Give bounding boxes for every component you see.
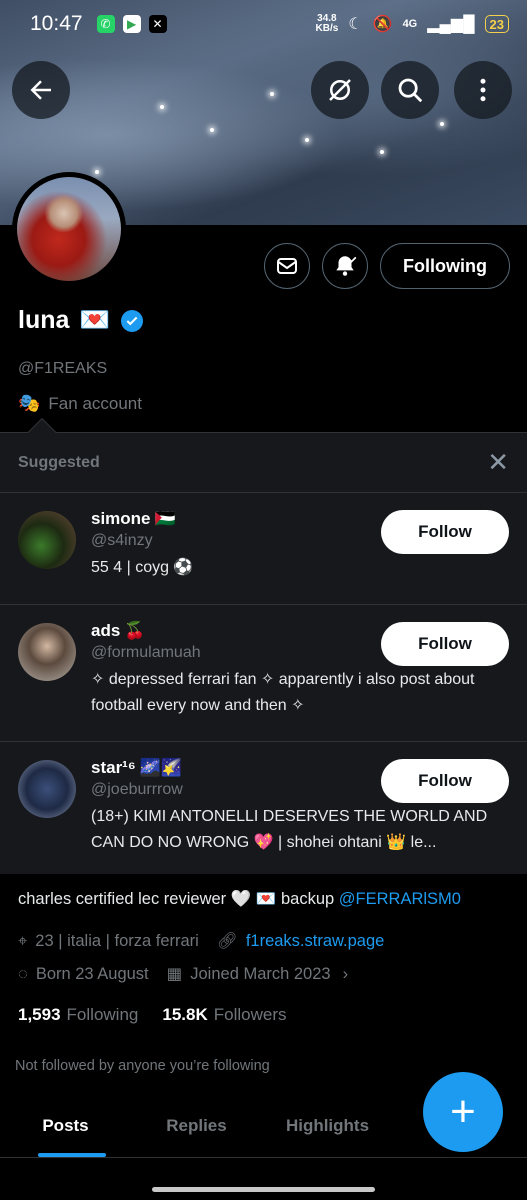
profile-name: luna 💌 [18,306,143,335]
notification-icons: ✆ ▶ ✕ [96,15,167,33]
search-button[interactable] [381,61,439,119]
whatsapp-icon: ✆ [96,15,115,33]
joined-text: Joined March 2023 [190,964,331,983]
mute-icon: 🔕 [372,16,393,33]
suggested-panel: Suggested ✕ simone 🇵🇸 @s4inzy 55 4 | coyg… [0,432,527,874]
arrow-left-icon [30,80,51,100]
compose-button[interactable]: + [423,1072,503,1152]
chevron-right-icon[interactable]: › [343,965,349,984]
profile-name-emoji: 💌 [79,306,111,334]
tab-posts[interactable]: Posts [0,1100,131,1157]
grok-button[interactable] [311,61,369,119]
message-button[interactable] [264,243,311,289]
suggested-user[interactable]: star¹⁶ 🌌🌠 @joeburrrow (18+) KIMI ANTONELL… [0,742,527,874]
gesture-bar[interactable] [152,1187,375,1192]
signal-icon: ▂▄▆█ [427,16,475,33]
follow-button[interactable]: Follow [381,622,509,666]
meta-row-1: ⌖ 23 | italia | forza ferrari 🔗︎ f1reaks… [18,932,384,951]
notifications-button[interactable] [322,243,369,289]
suggested-user[interactable]: simone 🇵🇸 @s4inzy 55 4 | coyg ⚽ Follow [0,493,527,605]
website-link[interactable]: f1reaks.straw.page [246,932,385,951]
status-bar: 10:47 ✆ ▶ ✕ 34.8 KB/s ☾ 🔕 4G ▂▄▆█ 23 [0,0,527,48]
play-store-icon: ▶ [122,15,141,33]
clock: 10:47 [30,12,83,35]
location-text: 23 | italia | forza ferrari [35,932,199,950]
not-followed-note: Not followed by anyone you’re following [15,1058,270,1074]
suggested-avatar[interactable] [18,511,76,569]
tab-highlights[interactable]: Highlights [262,1100,393,1157]
profile-handle: @F1REAKS [18,360,108,377]
back-button[interactable] [12,61,70,119]
bio-mention-link[interactable]: @FERRARlSM0 [339,890,461,908]
more-options-button[interactable] [454,61,512,119]
close-icon[interactable]: ✕ [487,447,509,478]
tab-replies[interactable]: Replies [131,1100,262,1157]
moon-icon: ☾ [348,16,363,33]
mail-icon [277,258,298,274]
net-speed: 34.8 KB/s [315,13,339,34]
follow-stats: 1,593 Following 15.8K Followers [18,1005,286,1025]
suggested-avatar[interactable] [18,760,76,818]
suggested-user[interactable]: ads 🍒 @formulamuah ✧ depressed ferrari fa… [0,605,527,742]
grok-icon [329,79,351,101]
more-vertical-icon [480,78,486,102]
follow-button[interactable]: Follow [381,510,509,554]
mask-icon: 🎭 [18,393,41,413]
suggested-title: Suggested [18,453,100,471]
followers-stat[interactable]: 15.8K Followers [162,1005,286,1025]
affiliation-label: 🎭 Fan account [18,393,142,413]
follow-button[interactable]: Follow [381,759,509,803]
profile-bio: charles certified lec reviewer 🤍 💌 backu… [18,890,461,908]
balloon-icon: ◌ [18,964,28,983]
verified-badge-icon [120,309,143,332]
bell-check-icon [336,256,357,276]
network-type: 4G [402,18,418,30]
link-icon: 🔗︎ [216,932,238,950]
search-icon [398,78,423,103]
following-stat[interactable]: 1,593 Following [18,1005,138,1025]
meta-row-2: ◌ Born 23 August ▦ Joined March 2023 › [18,964,348,984]
battery-indicator: 23 [484,15,509,33]
birthday-text: Born 23 August [35,964,149,983]
suggested-avatar[interactable] [18,623,76,681]
location-icon: ⌖ [18,932,28,950]
calendar-icon: ▦ [166,965,183,983]
following-button[interactable]: Following [380,243,510,289]
avatar[interactable] [12,172,126,286]
x-app-icon: ✕ [148,15,167,33]
